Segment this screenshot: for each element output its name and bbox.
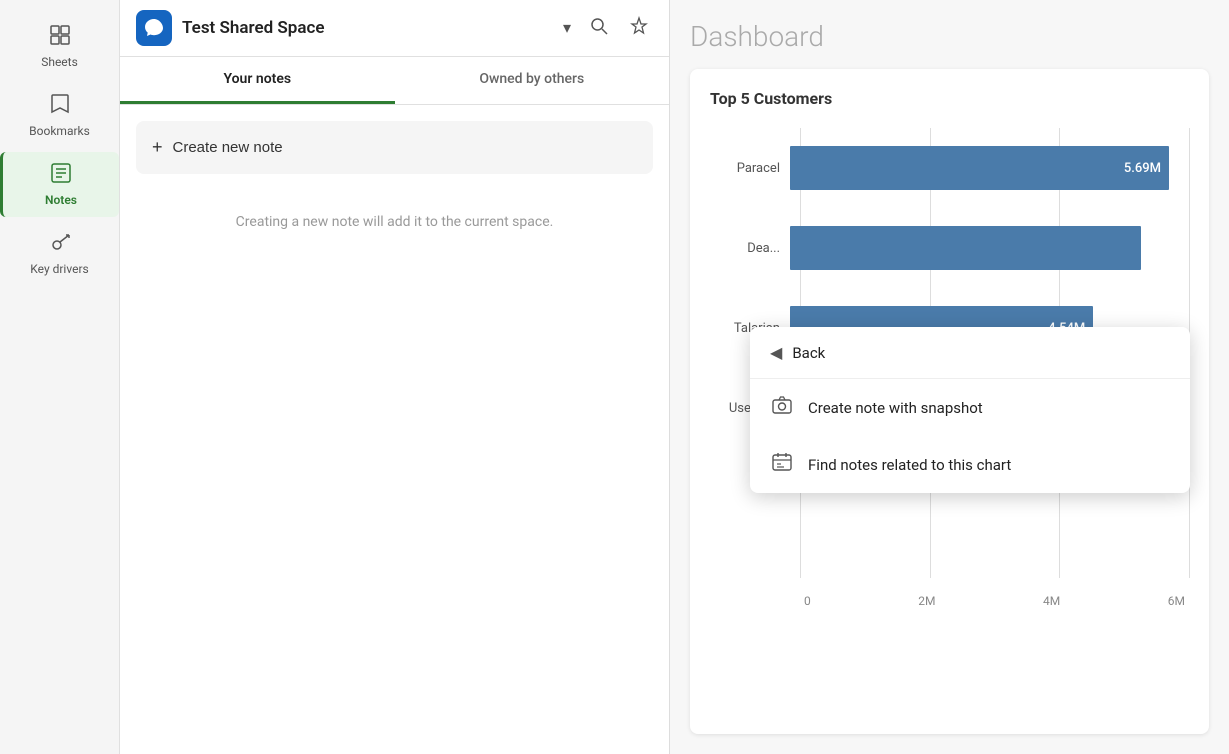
space-icon (136, 10, 172, 46)
x-label-4m: 4M (1043, 594, 1060, 608)
bar-value-paracel: 5.69M (1124, 161, 1161, 176)
sidebar-item-sheets-label: Sheets (41, 55, 78, 69)
notes-header: Test Shared Space ▾ (120, 0, 669, 57)
key-drivers-icon (49, 231, 71, 258)
find-related-label: Find notes related to this chart (808, 456, 1011, 474)
create-note-label: Create new note (173, 139, 283, 156)
tab-owned-by-others[interactable]: Owned by others (395, 57, 670, 104)
context-menu-item-find-related[interactable]: Find notes related to this chart (750, 436, 1190, 493)
sidebar-item-bookmarks[interactable]: Bookmarks (0, 83, 119, 148)
tabs: Your notes Owned by others (120, 57, 669, 105)
context-menu: ◀ Back Create note with snapshot (750, 327, 1190, 493)
back-label: Back (792, 344, 825, 362)
dashboard-area: Dashboard Top 5 Customers Paracel 5.69M (670, 0, 1229, 754)
bar-row-deal: Dea... (710, 208, 1189, 288)
chart-title: Top 5 Customers (710, 89, 1189, 108)
search-button[interactable] (585, 12, 613, 45)
create-snapshot-label: Create note with snapshot (808, 399, 983, 417)
bar-paracel: 5.69M (790, 146, 1169, 190)
sidebar-item-key-drivers[interactable]: Key drivers (0, 221, 119, 286)
empty-hint: Creating a new note will add it to the c… (120, 214, 669, 230)
bar-deal (790, 226, 1141, 270)
sidebar-item-notes-label: Notes (45, 193, 77, 207)
context-menu-back[interactable]: ◀ Back (750, 327, 1190, 379)
create-note-button[interactable]: + Create new note (136, 121, 653, 174)
camera-icon (770, 395, 794, 420)
x-label-6m: 6M (1168, 594, 1185, 608)
bar-container-deal (790, 223, 1189, 273)
bar-label-paracel: Paracel (710, 161, 790, 176)
plus-icon: + (152, 137, 163, 158)
x-label-0: 0 (804, 594, 811, 608)
bar-container-paracel: 5.69M (790, 143, 1189, 193)
back-arrow-icon: ◀ (770, 343, 782, 362)
x-label-2m: 2M (918, 594, 935, 608)
space-dropdown-button[interactable]: ▾ (559, 16, 575, 40)
tab-your-notes[interactable]: Your notes (120, 57, 395, 104)
sidebar-item-bookmarks-label: Bookmarks (29, 124, 90, 138)
bar-label-deal: Dea... (710, 241, 790, 256)
pin-button[interactable] (625, 12, 653, 45)
x-axis: 0 2M 4M 6M (800, 584, 1189, 608)
sidebar-item-notes[interactable]: Notes (0, 152, 119, 217)
sidebar: Sheets Bookmarks Notes (0, 0, 120, 754)
calendar-notes-icon (770, 452, 794, 477)
dashboard-title: Dashboard (690, 20, 1209, 53)
notes-panel: Test Shared Space ▾ Your notes Owned by … (120, 0, 670, 754)
context-menu-item-create-snapshot[interactable]: Create note with snapshot (750, 379, 1190, 436)
bar-row-paracel: Paracel 5.69M (710, 128, 1189, 208)
sheets-icon (49, 24, 71, 51)
chart-card: Top 5 Customers Paracel 5.69M Dea. (690, 69, 1209, 734)
bookmarks-icon (50, 93, 70, 120)
sidebar-item-sheets[interactable]: Sheets (0, 14, 119, 79)
sidebar-item-key-drivers-label: Key drivers (30, 262, 88, 276)
space-title: Test Shared Space (182, 18, 549, 38)
notes-icon (50, 162, 72, 189)
header-actions (585, 12, 653, 45)
